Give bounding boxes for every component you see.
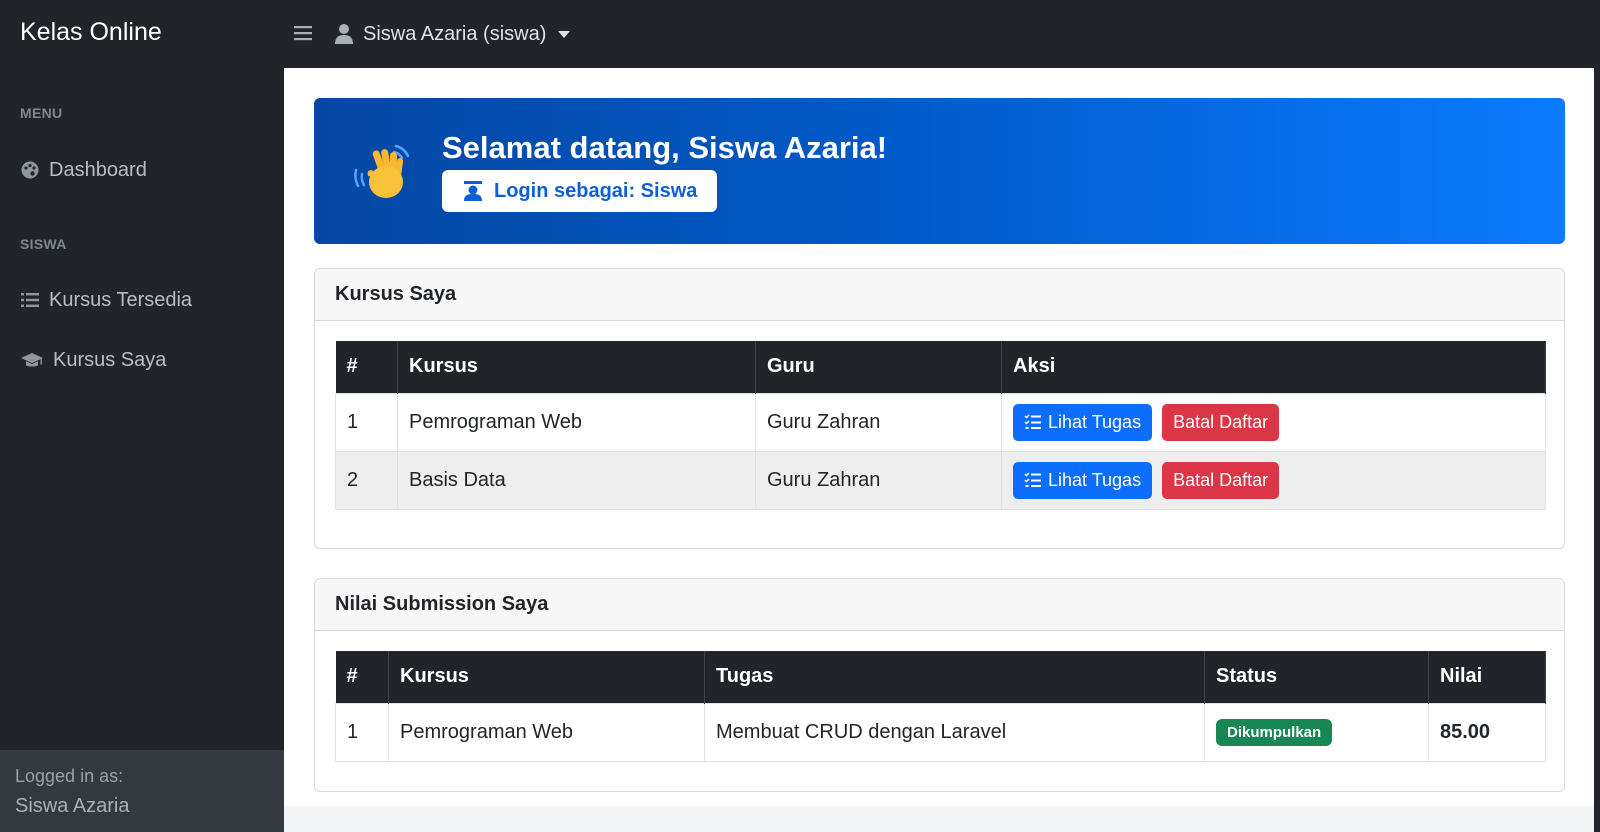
view-tasks-button[interactable]: Lihat Tugas [1013,403,1153,441]
course-name: Basis Data [397,450,756,510]
table-row: 1 Pemrograman Web Guru Zahran Lihat Tuga… [335,392,1546,452]
course-name: Pemrograman Web [388,702,705,762]
person-icon [335,24,353,44]
palette-icon [21,161,39,179]
row-number: 1 [335,702,389,762]
sidebar-section-siswa: SISWA [20,236,67,252]
cancel-enrollment-button[interactable]: Batal Daftar [1162,403,1280,441]
actions-cell: Lihat Tugas Batal Daftar [1001,450,1546,510]
column-header: Tugas [704,651,1205,703]
scrollbar-track[interactable] [1594,68,1600,832]
table-row: 1 Pemrograman Web Membuat CRUD dengan La… [335,702,1546,762]
page-bottom-area [284,806,1594,832]
view-tasks-button[interactable]: Lihat Tugas [1013,461,1153,499]
sidebar-item-label: Kursus Tersedia [49,288,193,311]
welcome-title: Selamat datang, Siswa Azaria! [442,130,888,165]
submission-grades-card: Nilai Submission Saya # Kursus Tugas Sta… [314,578,1565,792]
checklist-icon [1024,472,1041,487]
teacher-name: Guru Zahran [755,392,1002,452]
sidebar: MENU Dashboard SISWA Kursus Tersedia Kur… [0,68,284,832]
view-tasks-label: Lihat Tugas [1048,469,1142,490]
column-header: # [335,651,389,703]
column-header: Nilai [1428,651,1546,703]
my-courses-card: Kursus Saya # Kursus Guru Aksi 1 Pemrogr… [314,268,1565,549]
user-dropdown-label: Siswa Azaria (siswa) [363,22,547,45]
logged-in-label: Logged in as: [15,766,124,786]
column-header: Guru [755,341,1002,393]
sidebar-item-label: Dashboard [49,158,147,181]
waving-hand-icon [354,144,410,198]
actions-cell: Lihat Tugas Batal Daftar [1001,392,1546,452]
column-header: Kursus [397,341,756,393]
column-header: # [335,341,398,393]
hamburger-menu-icon[interactable] [293,22,313,44]
row-number: 1 [335,392,398,452]
my-courses-table: # Kursus Guru Aksi 1 Pemrograman Web Gur… [335,341,1546,510]
cancel-enrollment-button[interactable]: Batal Daftar [1162,461,1280,499]
task-name: Membuat CRUD dengan Laravel [704,702,1205,762]
course-name: Pemrograman Web [397,392,756,452]
welcome-banner: Selamat datang, Siswa Azaria! Login seba… [314,98,1565,244]
sidebar-footer: Logged in as: Siswa Azaria [0,750,284,832]
teacher-name: Guru Zahran [755,450,1002,510]
column-header: Kursus [388,651,705,703]
status-badge: Dikumpulkan [1216,718,1333,746]
submission-grades-table: # Kursus Tugas Status Nilai 1 Pemrograma… [335,651,1546,762]
main-content: Selamat datang, Siswa Azaria! Login seba… [284,68,1594,832]
role-badge-label: Login sebagai: Siswa [494,179,698,202]
sidebar-section-menu: MENU [20,105,63,121]
chevron-down-icon [558,30,571,38]
column-header: Status [1204,651,1429,703]
sidebar-item-label: Kursus Saya [53,348,167,371]
teacher-icon [464,181,482,201]
status-cell: Dikumpulkan [1204,702,1429,762]
score-value: 85.00 [1428,702,1546,762]
row-number: 2 [335,450,398,510]
list-icon [21,293,39,307]
top-navbar: Kelas Online Siswa Azaria (siswa) [0,0,1600,68]
sidebar-item-kursus-saya[interactable]: Kursus Saya [20,343,166,377]
brand-title[interactable]: Kelas Online [20,18,162,47]
graduation-cap-icon [21,353,43,367]
logged-in-username: Siswa Azaria [15,795,130,817]
sidebar-item-dashboard[interactable]: Dashboard [20,153,147,187]
user-dropdown[interactable]: Siswa Azaria (siswa) [334,20,571,48]
column-header: Aksi [1001,341,1546,393]
submission-grades-title: Nilai Submission Saya [315,579,1564,631]
table-row: 2 Basis Data Guru Zahran Lihat Tugas Bat… [335,450,1546,510]
role-badge: Login sebagai: Siswa [442,170,718,212]
sidebar-item-kursus-tersedia[interactable]: Kursus Tersedia [20,283,192,317]
view-tasks-label: Lihat Tugas [1048,411,1142,432]
checklist-icon [1024,414,1041,429]
my-courses-title: Kursus Saya [315,269,1564,321]
